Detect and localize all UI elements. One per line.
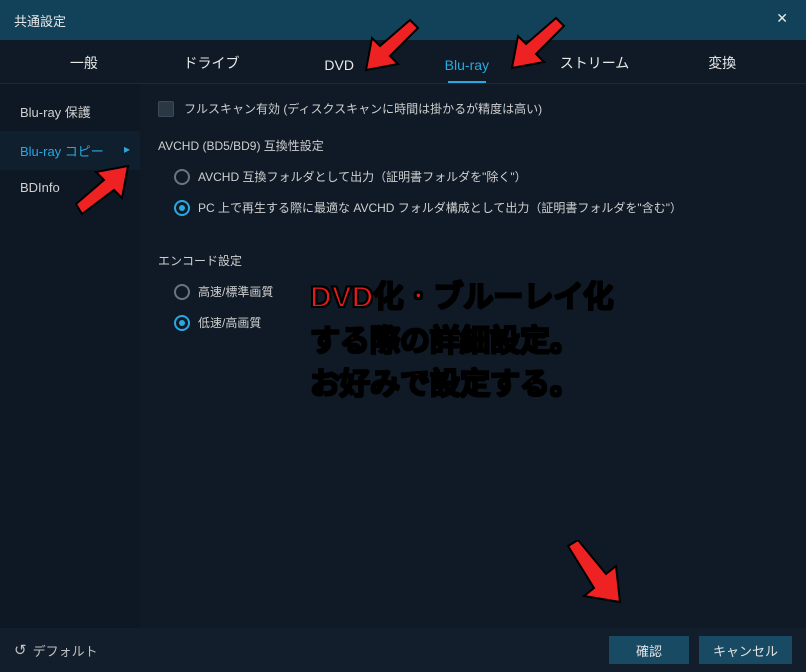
tab-stream[interactable]: ストリーム bbox=[531, 53, 659, 83]
encode-radio-fast-label: 高速/標準画質 bbox=[198, 283, 273, 300]
avchd-section-title: AVCHD (BD5/BD9) 互換性設定 bbox=[158, 137, 788, 154]
content-pane: フルスキャン有効 (ディスクスキャンに時間は掛かるが精度は高い) AVCHD (… bbox=[140, 84, 806, 642]
sidebar: Blu-ray 保護 Blu-ray コピー ▸ BDInfo bbox=[0, 84, 140, 642]
tab-drive[interactable]: ドライブ bbox=[148, 53, 276, 83]
encode-radio-slow[interactable] bbox=[174, 315, 190, 331]
sidebar-item-label: Blu-ray コピー bbox=[20, 144, 104, 159]
avchd-radio-include-label: PC 上で再生する際に最適な AVCHD フォルダ構成として出力（証明書フォルダ… bbox=[198, 199, 682, 216]
ok-button[interactable]: 確認 bbox=[609, 636, 689, 664]
encode-section-title: エンコード設定 bbox=[158, 252, 788, 269]
default-button[interactable]: ↺ デフォルト bbox=[14, 641, 98, 660]
avchd-radio-exclude-label: AVCHD 互換フォルダとして出力（証明書フォルダを"除く"） bbox=[198, 168, 527, 185]
fullscan-checkbox[interactable] bbox=[158, 101, 174, 117]
sidebar-item-bdinfo[interactable]: BDInfo bbox=[0, 170, 140, 205]
tab-bluray[interactable]: Blu-ray bbox=[403, 57, 531, 83]
tab-convert[interactable]: 変換 bbox=[658, 53, 786, 83]
chevron-right-icon: ▸ bbox=[124, 142, 130, 156]
footer: ↺ デフォルト 確認 キャンセル bbox=[0, 628, 806, 672]
sidebar-item-protection[interactable]: Blu-ray 保護 bbox=[0, 92, 140, 131]
window-title: 共通設定 bbox=[14, 11, 66, 30]
tab-bar: 一般 ドライブ DVD Blu-ray ストリーム 変換 bbox=[0, 40, 806, 84]
avchd-radio-include[interactable] bbox=[174, 200, 190, 216]
cancel-button[interactable]: キャンセル bbox=[699, 636, 792, 664]
titlebar: 共通設定 ✕ bbox=[0, 0, 806, 40]
default-button-label: デフォルト bbox=[33, 641, 98, 660]
encode-radio-slow-label: 低速/高画質 bbox=[198, 314, 261, 331]
avchd-radio-exclude[interactable] bbox=[174, 169, 190, 185]
close-icon[interactable]: ✕ bbox=[770, 8, 794, 29]
encode-radio-fast[interactable] bbox=[174, 284, 190, 300]
sidebar-item-copy[interactable]: Blu-ray コピー ▸ bbox=[0, 131, 140, 170]
tab-general[interactable]: 一般 bbox=[20, 53, 148, 83]
reset-icon: ↺ bbox=[14, 641, 27, 659]
tab-dvd[interactable]: DVD bbox=[275, 57, 403, 83]
fullscan-label: フルスキャン有効 (ディスクスキャンに時間は掛かるが精度は高い) bbox=[184, 100, 542, 117]
